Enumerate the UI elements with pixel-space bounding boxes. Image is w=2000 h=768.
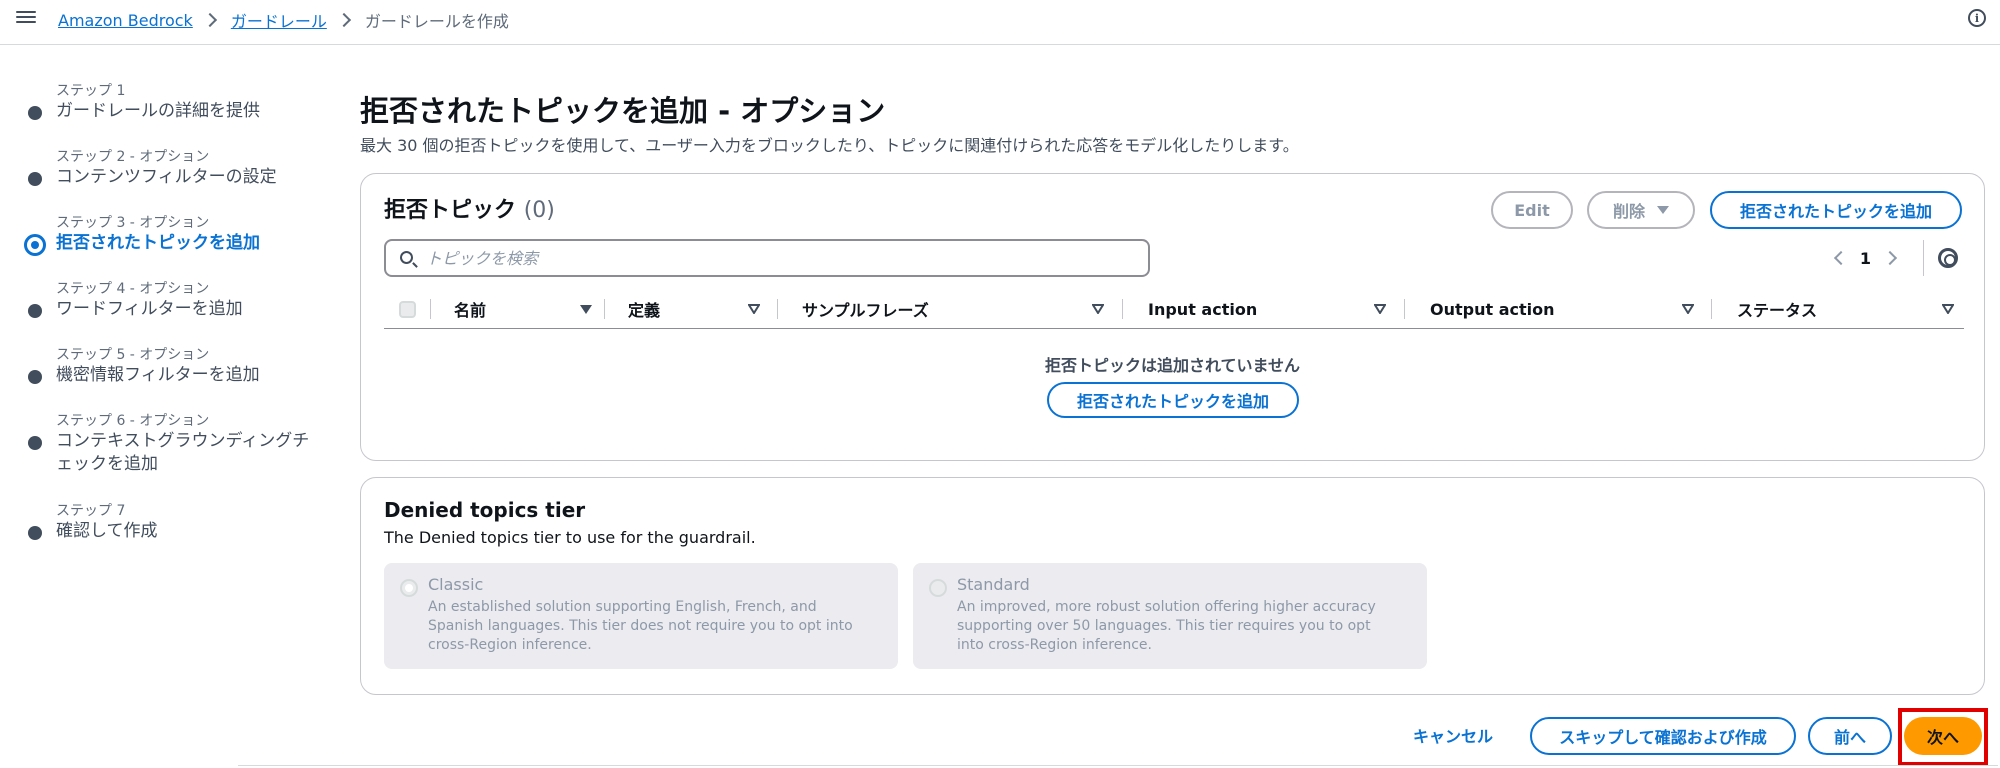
pagination: 1 [1822,240,1958,276]
page-title: 拒否されたトピックを追加 - オプション [360,94,886,128]
search-input[interactable] [426,241,1126,275]
standard-radio[interactable] [929,579,947,597]
breadcrumb-guardrails[interactable]: ガードレール [231,8,327,32]
sort-icon[interactable] [1682,304,1694,314]
denied-topics-tier-panel: Denied topics tier The Denied topics tie… [360,477,1985,695]
gear-icon[interactable] [1938,248,1958,268]
classic-radio[interactable] [400,579,418,597]
select-all-checkbox[interactable] [399,301,416,318]
chevron-left-icon[interactable] [1833,250,1848,266]
step-label[interactable]: 確認して作成 [56,520,326,543]
previous-button[interactable]: 前へ [1808,717,1892,755]
footer-divider [238,765,1998,766]
breadcrumb-current: ガードレールを作成 [364,12,509,31]
sort-icon[interactable] [1092,304,1104,314]
chevron-right-icon [202,12,217,28]
step-label[interactable]: 機密情報フィルターを追加 [56,364,326,387]
step-label[interactable]: コンテキストグラウンディングチェックを追加 [56,430,326,476]
step-current-icon [24,234,46,256]
add-denied-topic-button[interactable]: 拒否されたトピックを追加 [1710,191,1962,229]
sort-icon[interactable] [748,304,760,314]
step-number: ステップ 6 - オプション [56,413,210,429]
sort-descending-icon[interactable] [580,305,592,314]
tier-option-description: An established solution supporting Engli… [428,599,853,653]
step-label[interactable]: コンテンツフィルターの設定 [56,166,326,189]
sort-icon[interactable] [1942,304,1954,314]
step-dot-icon [28,304,42,318]
chevron-right-icon[interactable] [1882,250,1898,266]
step-number: ステップ 5 - オプション [56,347,210,363]
step-dot-icon [28,172,42,186]
column-header-name[interactable]: 名前 [454,289,486,329]
column-header-input-action[interactable]: Input action [1148,289,1257,329]
table-title: 拒否トピック (0) [384,192,555,224]
table-count: (0) [523,198,555,223]
tier-description: The Denied topics tier to use for the gu… [384,528,756,547]
step-dot-icon [28,370,42,384]
step-dot-icon [28,106,42,120]
denied-topics-table: 拒否トピック (0) Edit 削除 拒否されたトピックを追加 1 名前 定義 … [360,173,1985,461]
tier-option-title: Classic [428,575,484,594]
empty-state-add-button[interactable]: 拒否されたトピックを追加 [1047,382,1299,418]
tier-option-description: An improved, more robust solution offeri… [957,599,1376,653]
table-header: 名前 定義 サンプルフレーズ Input action Output actio… [384,289,1964,329]
column-divider [1404,299,1405,319]
column-divider [1711,299,1712,319]
step-number: ステップ 2 - オプション [56,149,210,165]
empty-state-text: 拒否トピックは追加されていません [1044,356,1301,375]
cancel-button[interactable]: キャンセル [1398,716,1508,754]
skip-to-review-button[interactable]: スキップして確認および作成 [1530,717,1796,755]
step-label[interactable]: ガードレールの詳細を提供 [56,100,326,123]
column-header-definition[interactable]: 定義 [628,289,660,329]
column-divider [777,299,778,319]
menu-icon[interactable] [16,8,36,28]
info-icon[interactable]: i [1968,9,1986,27]
top-navigation-bar: Amazon Bedrock ガードレール ガードレールを作成 i [0,0,2000,45]
column-divider [1122,299,1123,319]
step-number: ステップ 1 [56,83,126,99]
next-button-highlight [1898,708,1988,766]
step-dot-icon [28,526,42,540]
chevron-right-icon [336,12,351,28]
step-number: ステップ 7 [56,503,126,519]
search-icon [400,251,413,264]
column-divider [430,299,431,319]
page-number[interactable]: 1 [1860,249,1871,268]
tier-title: Denied topics tier [384,498,586,522]
tier-option-title: Standard [957,575,1030,594]
breadcrumb-amazon-bedrock[interactable]: Amazon Bedrock [58,11,193,30]
step-number: ステップ 3 - オプション [56,215,210,231]
column-header-status[interactable]: ステータス [1737,289,1817,329]
step-dot-icon [28,436,42,450]
page-description: 最大 30 個の拒否トピックを使用して、ユーザー入力をブロックしたり、トピックに… [360,136,1299,155]
search-field[interactable] [384,239,1150,277]
caret-down-icon [1657,206,1669,214]
edit-button[interactable]: Edit [1491,191,1573,229]
tier-option-standard[interactable]: Standard An improved, more robust soluti… [913,563,1427,669]
tier-option-classic[interactable]: Classic An established solution supporti… [384,563,898,669]
column-divider [604,299,605,319]
pager-divider [1923,240,1924,276]
delete-button[interactable]: 削除 [1587,191,1695,229]
sort-icon[interactable] [1374,304,1386,314]
breadcrumb: Amazon Bedrock ガードレール ガードレールを作成 [58,8,509,32]
column-header-sample-phrases[interactable]: サンプルフレーズ [802,289,929,329]
step-number: ステップ 4 - オプション [56,281,210,297]
step-label[interactable]: ワードフィルターを追加 [56,298,326,321]
column-header-output-action[interactable]: Output action [1430,289,1555,329]
step-label: 拒否されたトピックを追加 [56,233,260,253]
delete-button-label: 削除 [1612,202,1645,221]
table-title-text: 拒否トピック [384,198,517,223]
